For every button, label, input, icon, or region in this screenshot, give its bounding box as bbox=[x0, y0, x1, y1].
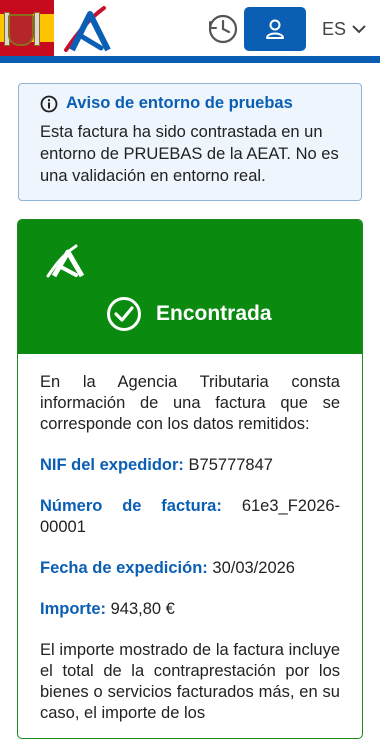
user-icon bbox=[266, 19, 284, 39]
nif-label: NIF del expedidor: bbox=[40, 456, 184, 474]
result-status-header: Encontrada bbox=[18, 220, 362, 354]
language-label: ES bbox=[322, 18, 347, 39]
result-intro: En la Agencia Tributaria consta informac… bbox=[40, 373, 340, 433]
check-circle-icon bbox=[107, 297, 141, 331]
nif-value: B75777847 bbox=[188, 456, 273, 474]
notice-title: Aviso de entorno de pruebas bbox=[66, 94, 293, 112]
notice-text: Esta factura ha sido contrastada en un e… bbox=[40, 123, 339, 185]
invoice-label-2: de bbox=[122, 497, 142, 515]
info-icon bbox=[40, 95, 58, 112]
amount-explanation: El importe mostrado de la factura incluy… bbox=[40, 641, 340, 722]
test-environment-notice: Aviso de entorno de pruebas Esta factura… bbox=[18, 83, 362, 201]
status-label: Encontrada bbox=[156, 302, 272, 325]
aeat-logo-white-icon bbox=[46, 244, 85, 278]
spain-flag-icon bbox=[0, 0, 54, 56]
amount-label: Importe: bbox=[40, 600, 106, 618]
amount-value: 943,80 € bbox=[110, 600, 175, 618]
result-details: En la Agencia Tributaria consta informac… bbox=[18, 354, 362, 724]
header: ES bbox=[0, 0, 380, 58]
user-account-button[interactable] bbox=[244, 7, 306, 51]
invoice-value-2: 00001 bbox=[40, 518, 86, 536]
issue-date-value: 30/03/2026 bbox=[212, 559, 295, 577]
invoice-label-1: Número bbox=[40, 497, 103, 515]
clock-icon[interactable] bbox=[206, 12, 240, 46]
chevron-down-icon bbox=[352, 25, 366, 34]
issue-date-label: Fecha de expedición: bbox=[40, 559, 208, 577]
language-selector[interactable]: ES bbox=[322, 16, 366, 42]
invoice-label-3: factura: bbox=[161, 497, 222, 515]
issue-date-field: Fecha de expedición: 30/03/2026 bbox=[40, 558, 340, 579]
invoice-value-1: 61e3_F2026- bbox=[241, 497, 340, 515]
amount-field: Importe: 943,80 € bbox=[40, 599, 340, 620]
nif-field: NIF del expedidor: B75777847 bbox=[40, 455, 340, 476]
verification-result-card: Encontrada En la Agencia Tributaria cons… bbox=[17, 219, 363, 739]
aeat-logo-icon[interactable] bbox=[64, 6, 116, 52]
header-accent-bar bbox=[0, 56, 380, 63]
invoice-number-field: Número de factura: 61e3_F2026- 00001 bbox=[40, 496, 340, 538]
